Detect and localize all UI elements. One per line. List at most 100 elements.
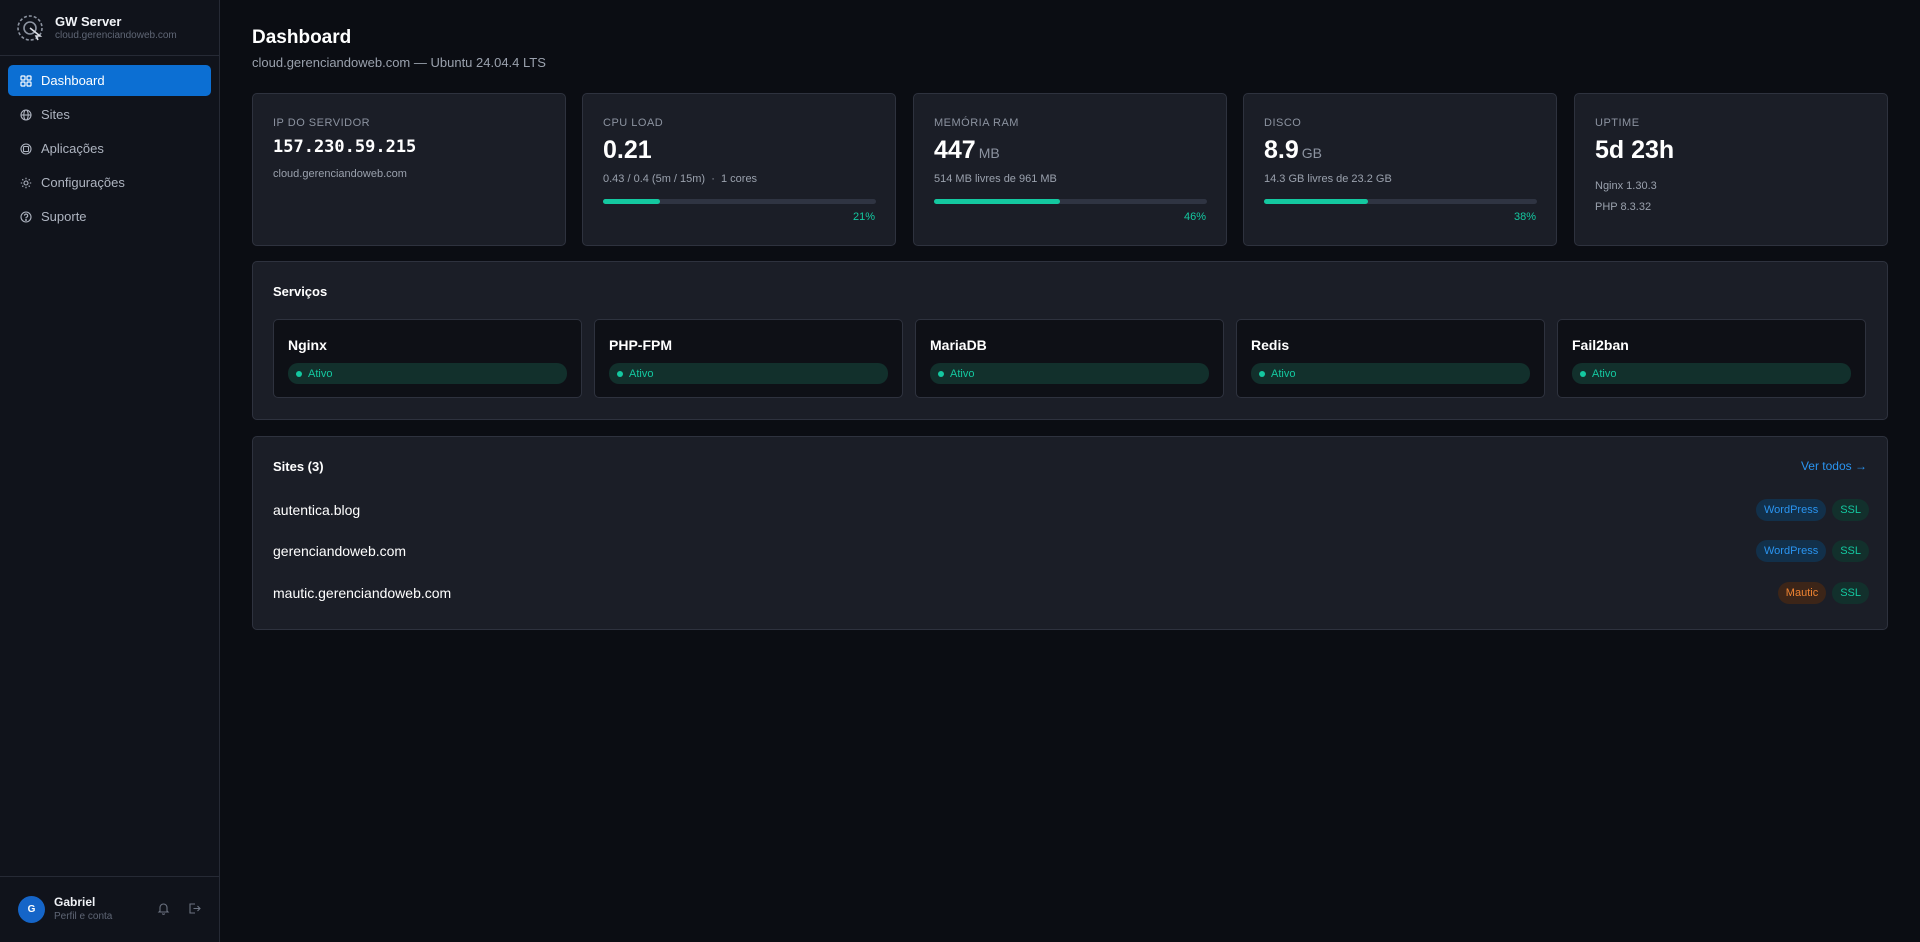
sidebar-item-dashboard[interactable]: Dashboard	[8, 65, 211, 96]
sites-title: Sites (3)	[273, 459, 324, 474]
ram-value: 447 MB	[934, 136, 1000, 164]
service-name: Fail2ban	[1572, 337, 1629, 353]
sidebar-item-label: Dashboard	[41, 73, 105, 88]
platform-badge: WordPress	[1756, 540, 1827, 562]
service-card-mariadb[interactable]: MariaDB Ativo	[915, 319, 1224, 398]
sidebar-item-label: Aplicações	[41, 141, 104, 156]
ram-percent: 46%	[1183, 211, 1206, 223]
site-tags: Mautic SSL	[1777, 582, 1869, 604]
stat-card-uptime: UPTIME 5d 23h Nginx 1.30.3 PHP 8.3.32	[1574, 93, 1888, 246]
gear-icon	[20, 177, 32, 188]
service-card-redis[interactable]: Redis Ativo	[1236, 319, 1545, 398]
services-title: Serviços	[273, 284, 328, 299]
box-icon	[20, 142, 32, 155]
stat-label: DISCO	[1264, 117, 1302, 129]
site-name[interactable]: mautic.gerenciandoweb.com	[273, 585, 451, 601]
sidebar-item-label: Configurações	[41, 175, 125, 190]
sites-panel: Sites (3) Ver todos → autentica.blog Wor…	[252, 436, 1888, 630]
status-badge: Ativo	[288, 363, 567, 384]
service-name: PHP-FPM	[609, 337, 672, 353]
brand-title: GW Server	[55, 13, 122, 29]
avatar: G	[18, 896, 45, 923]
cpu-load-sub: 0.43 / 0.4 (5m / 15m) · 1 cores	[603, 173, 758, 185]
status-dot-icon	[938, 370, 944, 377]
disk-value: 8.9 GB	[1264, 136, 1322, 164]
cpu-load-value: 0.21	[603, 136, 652, 164]
platform-badge: WordPress	[1756, 499, 1827, 521]
cpu-percent: 21%	[852, 211, 875, 223]
brand[interactable]: GW Server cloud.gerenciandoweb.com	[0, 0, 219, 56]
disk-unit: GB	[1301, 145, 1322, 161]
site-tags: WordPress SSL	[1756, 499, 1869, 521]
brand-host: cloud.gerenciandoweb.com	[55, 29, 177, 41]
ssl-badge: SSL	[1832, 582, 1869, 604]
server-ip: 157.230.59.215	[273, 137, 417, 157]
service-name: Redis	[1251, 337, 1290, 353]
ram-progress-bar	[934, 199, 1207, 204]
ssl-badge: SSL	[1832, 540, 1869, 562]
sidebar-item-label: Sites	[41, 107, 70, 122]
stat-label: IP DO SERVIDOR	[273, 117, 371, 129]
sidebar-item-configuracoes[interactable]: Configurações	[8, 167, 211, 198]
sidebar: GW Server cloud.gerenciandoweb.com Dashb…	[0, 0, 220, 942]
nginx-version: Nginx 1.30.3	[1595, 180, 1657, 192]
disk-percent: 38%	[1513, 211, 1536, 223]
status-dot-icon	[296, 370, 302, 377]
ram-unit: MB	[978, 145, 1000, 161]
status-dot-icon	[1259, 370, 1265, 377]
help-circle-icon	[20, 210, 32, 223]
stat-card-disk: DISCO 8.9 GB 14.3 GB livres de 23.2 GB 38…	[1243, 93, 1557, 246]
service-name: MariaDB	[930, 337, 987, 353]
user-name: Gabriel	[54, 895, 96, 909]
bell-icon[interactable]	[157, 902, 170, 915]
service-card-nginx[interactable]: Nginx Ativo	[273, 319, 582, 398]
cpu-progress-bar	[603, 199, 876, 204]
page-title: Dashboard	[252, 27, 352, 48]
services-panel: Serviços Nginx Ativo PHP-FPM Ativo Maria…	[252, 261, 1888, 420]
server-logo-icon	[17, 14, 43, 41]
site-tags: WordPress SSL	[1756, 540, 1869, 562]
status-badge: Ativo	[1572, 363, 1851, 384]
site-row[interactable]: autentica.blog WordPress SSL	[273, 499, 1869, 523]
stat-label: UPTIME	[1595, 117, 1640, 129]
sidebar-nav: Dashboard Sites Aplicações Configurações	[0, 56, 219, 244]
service-card-fail2ban[interactable]: Fail2ban Ativo	[1557, 319, 1866, 398]
stat-label: MEMÓRIA RAM	[934, 117, 1019, 129]
status-badge: Ativo	[609, 363, 888, 384]
service-card-php-fpm[interactable]: PHP-FPM Ativo	[594, 319, 903, 398]
status-dot-icon	[1580, 370, 1586, 377]
page-subtitle: cloud.gerenciandoweb.com — Ubuntu 24.04.…	[252, 55, 546, 70]
globe-icon	[20, 108, 32, 121]
sidebar-item-label: Suporte	[41, 209, 87, 224]
platform-badge: Mautic	[1777, 582, 1827, 604]
site-name[interactable]: gerenciandoweb.com	[273, 543, 406, 559]
site-name[interactable]: autentica.blog	[273, 502, 360, 518]
status-dot-icon	[617, 370, 623, 377]
sidebar-item-aplicacoes[interactable]: Aplicações	[8, 133, 211, 164]
logout-icon[interactable]	[188, 902, 201, 915]
disk-sub: 14.3 GB livres de 23.2 GB	[1264, 173, 1392, 185]
ram-progress-fill	[934, 199, 1060, 204]
ssl-badge: SSL	[1832, 499, 1869, 521]
php-version: PHP 8.3.32	[1595, 201, 1652, 213]
grid-icon	[20, 74, 32, 87]
see-all-link[interactable]: Ver todos →	[1801, 459, 1867, 473]
user-actions	[157, 902, 201, 915]
cpu-progress-fill	[603, 199, 661, 204]
stat-card-ip: IP DO SERVIDOR 157.230.59.215 cloud.gere…	[252, 93, 566, 246]
sidebar-item-suporte[interactable]: Suporte	[8, 201, 211, 232]
status-badge: Ativo	[930, 363, 1209, 384]
disk-progress-fill	[1264, 199, 1368, 204]
stat-label: CPU LOAD	[603, 117, 664, 129]
uptime-value: 5d 23h	[1595, 136, 1675, 164]
site-row[interactable]: gerenciandoweb.com WordPress SSL	[273, 540, 1869, 564]
site-row[interactable]: mautic.gerenciandoweb.com Mautic SSL	[273, 582, 1869, 606]
user-subtitle: Perfil e conta	[54, 911, 113, 922]
user-profile[interactable]: G Gabriel Perfil e conta	[0, 876, 219, 942]
disk-progress-bar	[1264, 199, 1537, 204]
sidebar-item-sites[interactable]: Sites	[8, 99, 211, 130]
stat-card-ram: MEMÓRIA RAM 447 MB 514 MB livres de 961 M…	[913, 93, 1227, 246]
service-name: Nginx	[288, 337, 327, 353]
ram-sub: 514 MB livres de 961 MB	[934, 173, 1057, 185]
status-badge: Ativo	[1251, 363, 1530, 384]
